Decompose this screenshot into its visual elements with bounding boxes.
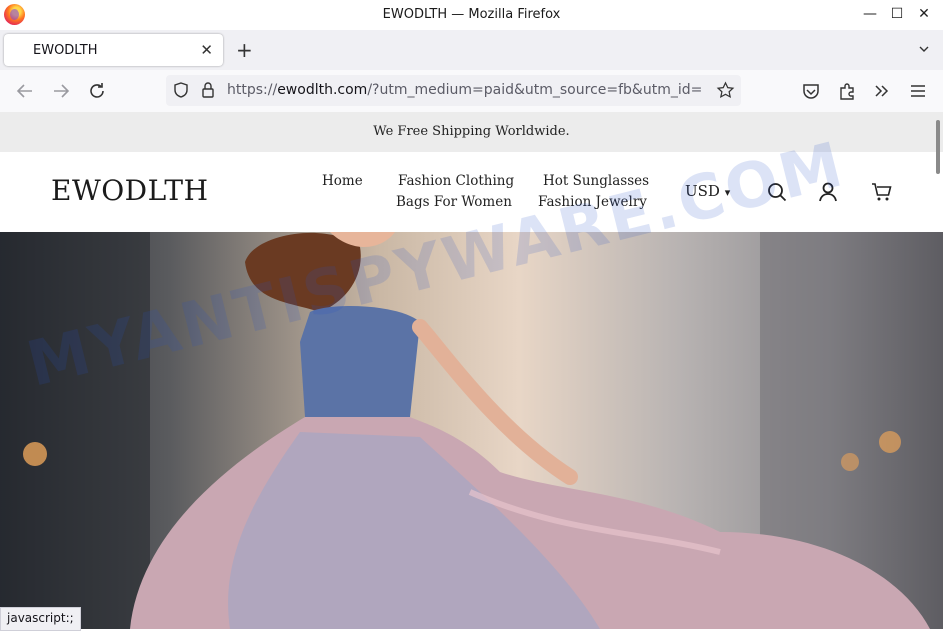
url-bar[interactable]: https://ewodlth.com/?utm_medium=paid&utm… <box>166 75 741 106</box>
url-host: ewodlth.com <box>277 82 368 98</box>
menu-item-bags-for-women[interactable]: Bags For Women <box>396 194 512 210</box>
tab-ewodlth[interactable]: EWODLTH ✕ <box>4 34 223 66</box>
shield-icon[interactable] <box>172 81 190 99</box>
menu-item-home[interactable]: Home <box>322 173 363 189</box>
url-path: /?utm_medium=paid&utm_source=fb&utm_id= <box>367 82 703 98</box>
maximize-button[interactable]: ☐ <box>886 4 908 24</box>
status-bar: javascript:; <box>0 607 81 631</box>
window-title: EWODLTH — Mozilla Firefox <box>382 7 561 22</box>
page-scrollbar[interactable] <box>936 120 940 174</box>
bookmark-star-icon[interactable] <box>716 81 735 100</box>
forward-icon[interactable] <box>50 80 72 102</box>
back-icon[interactable] <box>14 80 36 102</box>
navigation-toolbar: https://ewodlth.com/?utm_medium=paid&utm… <box>0 70 943 113</box>
more-tools-icon[interactable] <box>871 80 893 102</box>
lock-icon[interactable] <box>200 81 216 99</box>
close-window-button[interactable]: ✕ <box>913 4 935 24</box>
new-tab-button[interactable]: + <box>236 38 253 62</box>
site-logo[interactable]: EWODLTH <box>51 174 209 207</box>
title-bar: EWODLTH — Mozilla Firefox — ☐ ✕ <box>0 0 943 30</box>
promo-text: We Free Shipping Worldwide. <box>373 124 570 139</box>
pocket-icon[interactable] <box>800 80 822 102</box>
extensions-icon[interactable] <box>836 80 858 102</box>
url-text[interactable]: https://ewodlth.com/?utm_medium=paid&utm… <box>227 82 711 98</box>
menu-item-fashion-clothing[interactable]: Fashion Clothing <box>398 173 514 189</box>
tab-label: EWODLTH <box>33 43 98 58</box>
hamburger-menu-icon[interactable] <box>907 80 929 102</box>
minimize-button[interactable]: — <box>859 4 881 24</box>
tab-bar: EWODLTH ✕ <box>0 30 943 70</box>
tab-close-button[interactable]: ✕ <box>200 41 213 59</box>
reload-icon[interactable] <box>86 80 108 102</box>
url-scheme: https:// <box>227 82 278 98</box>
list-all-tabs-icon[interactable] <box>919 44 929 54</box>
